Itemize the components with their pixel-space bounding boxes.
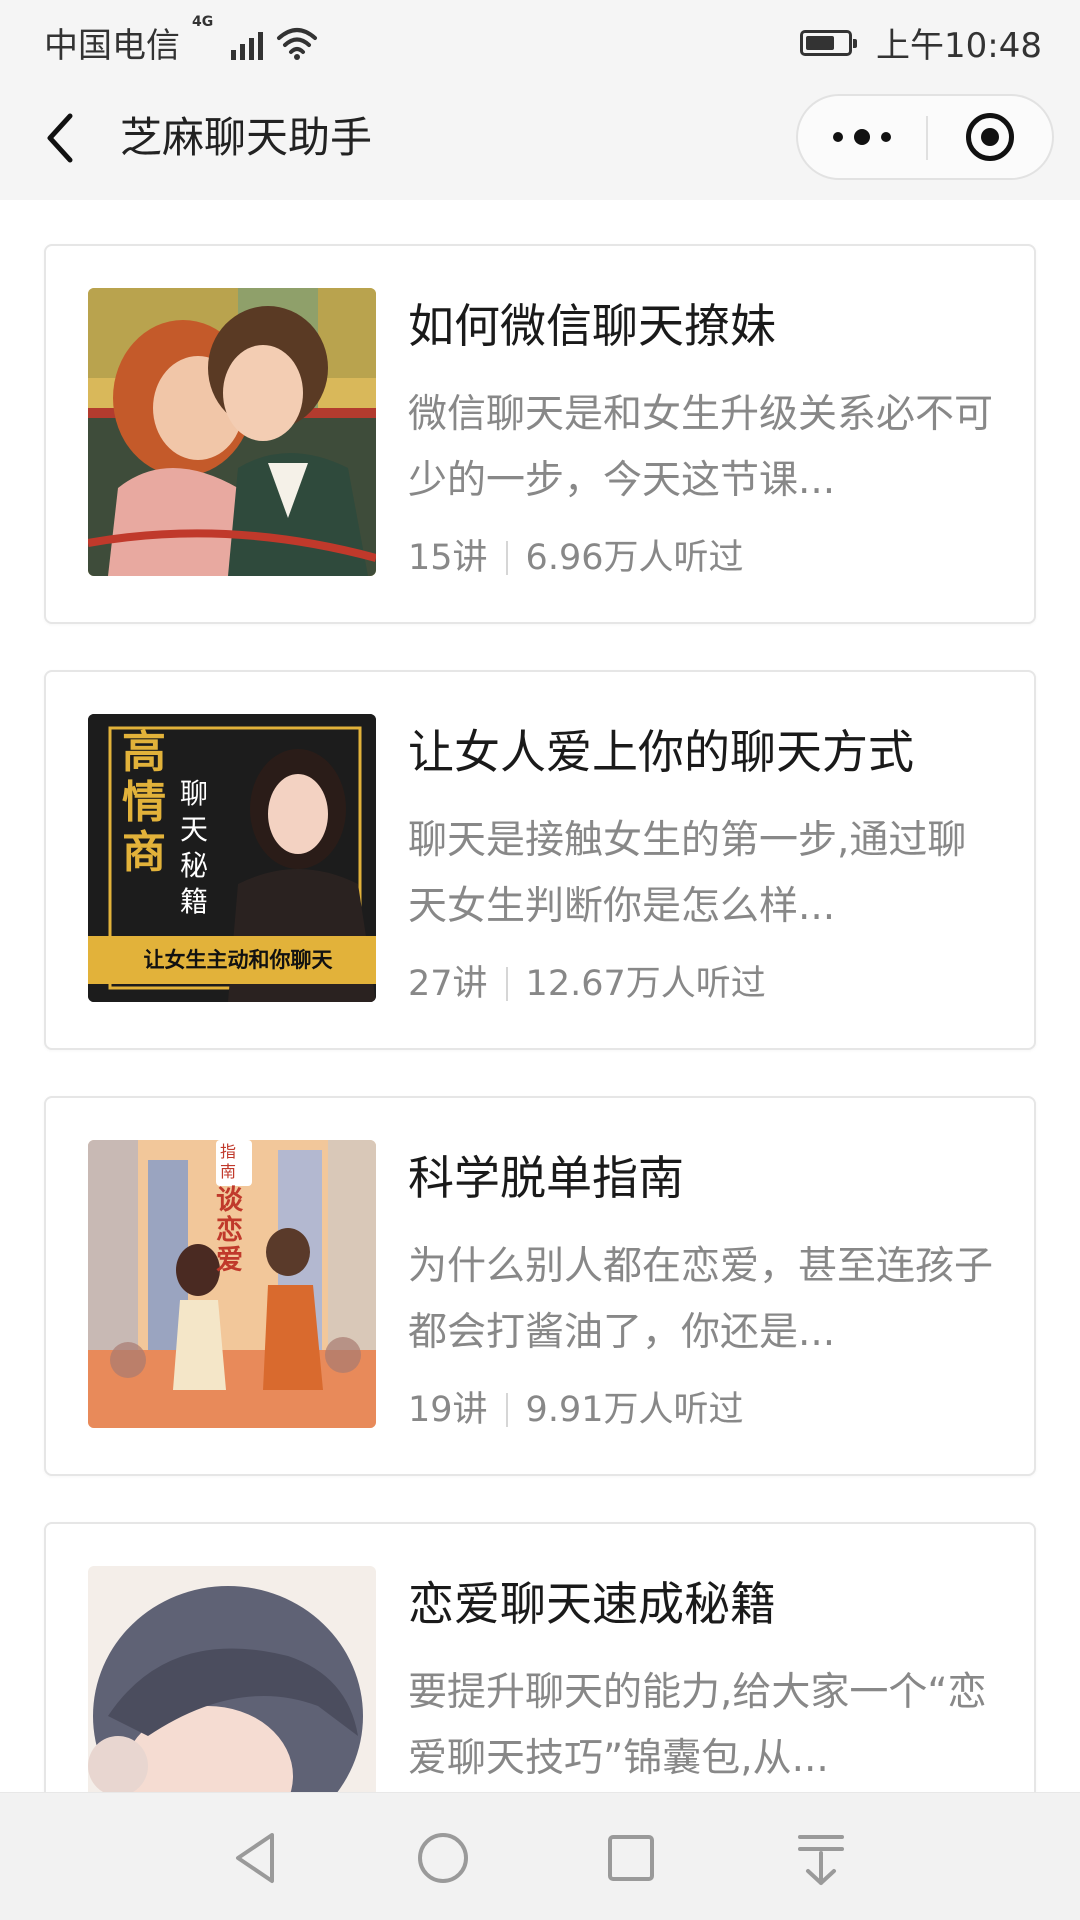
course-description: 要提升聊天的能力,给大家一个“恋爱聊天技巧”锦囊包,从... <box>408 1670 987 1781</box>
nav-bar: 芝麻聊天助手 <box>0 76 1080 200</box>
course-card[interactable]: 恋爱聊天速成秘籍 要提升聊天的能力,给大家一个“恋爱聊天技巧”锦囊包,从... <box>44 1522 1036 1792</box>
battery-fill <box>806 35 835 50</box>
more-dots-icon <box>833 132 843 142</box>
network-type: 4G <box>192 14 214 30</box>
cover-vertical-title: 谈恋爱 <box>216 1185 243 1276</box>
status-left: 中国电信 4G <box>44 14 319 67</box>
lesson-count: 19讲 <box>408 1390 488 1430</box>
mini-program-capsule <box>796 94 1054 180</box>
listener-count: 6.96万人听过 <box>525 538 744 578</box>
back-triangle-icon[interactable] <box>222 1823 292 1893</box>
recent-square-icon[interactable] <box>596 1823 666 1893</box>
meta-divider <box>505 967 508 1001</box>
battery-icon <box>800 29 858 56</box>
course-card[interactable]: 高情商 聊天秘籍 让女生主动和你聊天 让女人爱上你的聊天方式 聊天是接触女生的第… <box>44 670 1036 1050</box>
listener-count: 12.67万人听过 <box>525 964 766 1004</box>
back-arrow-icon[interactable] <box>40 110 80 166</box>
anime-boy-illustration <box>88 1566 376 1792</box>
more-menu-button[interactable] <box>798 96 926 178</box>
cover-quote: 让女生主动和你聊天 <box>143 948 333 972</box>
course-card[interactable]: 如何微信聊天撩妹 微信聊天是和女生升级关系必不可少的一步，今天这节课... 15… <box>44 244 1036 624</box>
couple-kissing-illustration <box>88 288 376 576</box>
course-list[interactable]: 如何微信聊天撩妹 微信聊天是和女生升级关系必不可少的一步，今天这节课... 15… <box>0 200 1080 1792</box>
course-meta: 27讲 12.67万人听过 <box>408 962 766 1006</box>
more-dots-icon-right <box>881 132 891 142</box>
course-cover-image <box>88 1566 376 1792</box>
course-title: 如何微信聊天撩妹 <box>408 299 776 353</box>
system-nav-bar <box>0 1792 1080 1920</box>
target-circle-center <box>981 128 999 146</box>
carrier-label: 中国电信 <box>44 26 180 66</box>
city-street-couple-illustration <box>88 1140 376 1428</box>
clock: 上午10:48 <box>876 26 1042 66</box>
course-meta: 15讲 6.96万人听过 <box>408 536 743 580</box>
course-title: 科学脱单指南 <box>408 1151 684 1205</box>
target-circle-icon <box>966 113 1014 161</box>
meta-divider <box>505 541 508 575</box>
more-dots-icon-center <box>854 129 870 145</box>
signal-icon <box>231 26 264 60</box>
course-description: 聊天是接触女生的第一步,通过聊天女生判断你是怎么样... <box>408 818 967 929</box>
cover-tag: 指南 <box>220 1142 237 1181</box>
course-description: 微信聊天是和女生升级关系必不可少的一步，今天这节课... <box>408 392 994 503</box>
course-card[interactable]: 指南 谈恋爱 科学脱单指南 为什么别人都在恋爱，甚至连孩子都会打酱油了，你还是.… <box>44 1096 1036 1476</box>
cover-small-title: 聊天秘籍 <box>180 777 209 918</box>
course-title: 让女人爱上你的聊天方式 <box>408 725 914 779</box>
course-title: 恋爱聊天速成秘籍 <box>408 1577 776 1631</box>
cover-big-title: 高情商 <box>122 727 166 878</box>
course-cover-image: 指南 谈恋爱 <box>88 1140 376 1428</box>
pull-down-icon[interactable] <box>786 1823 856 1893</box>
home-circle-icon[interactable] <box>408 1823 478 1893</box>
status-bar: 中国电信 4G 上午10:48 <box>0 0 1080 76</box>
course-cover-image: 高情商 聊天秘籍 让女生主动和你聊天 <box>88 714 376 1002</box>
lesson-count: 15讲 <box>408 538 488 578</box>
screen: 中国电信 4G 上午10:48 芝麻聊天助手 如何微信聊天撩妹 微信聊天是和女生… <box>0 0 1080 1920</box>
course-meta: 19讲 9.91万人听过 <box>408 1388 743 1432</box>
meta-divider <box>505 1393 508 1427</box>
wifi-icon <box>277 27 318 60</box>
course-cover-image <box>88 288 376 576</box>
lesson-count: 27讲 <box>408 964 488 1004</box>
course-description: 为什么别人都在恋爱，甚至连孩子都会打酱油了，你还是... <box>408 1244 994 1355</box>
listener-count: 9.91万人听过 <box>525 1390 744 1430</box>
page-title: 芝麻聊天助手 <box>120 113 373 162</box>
status-right: 上午10:48 <box>800 18 1042 67</box>
close-mini-program-button[interactable] <box>928 96 1052 178</box>
